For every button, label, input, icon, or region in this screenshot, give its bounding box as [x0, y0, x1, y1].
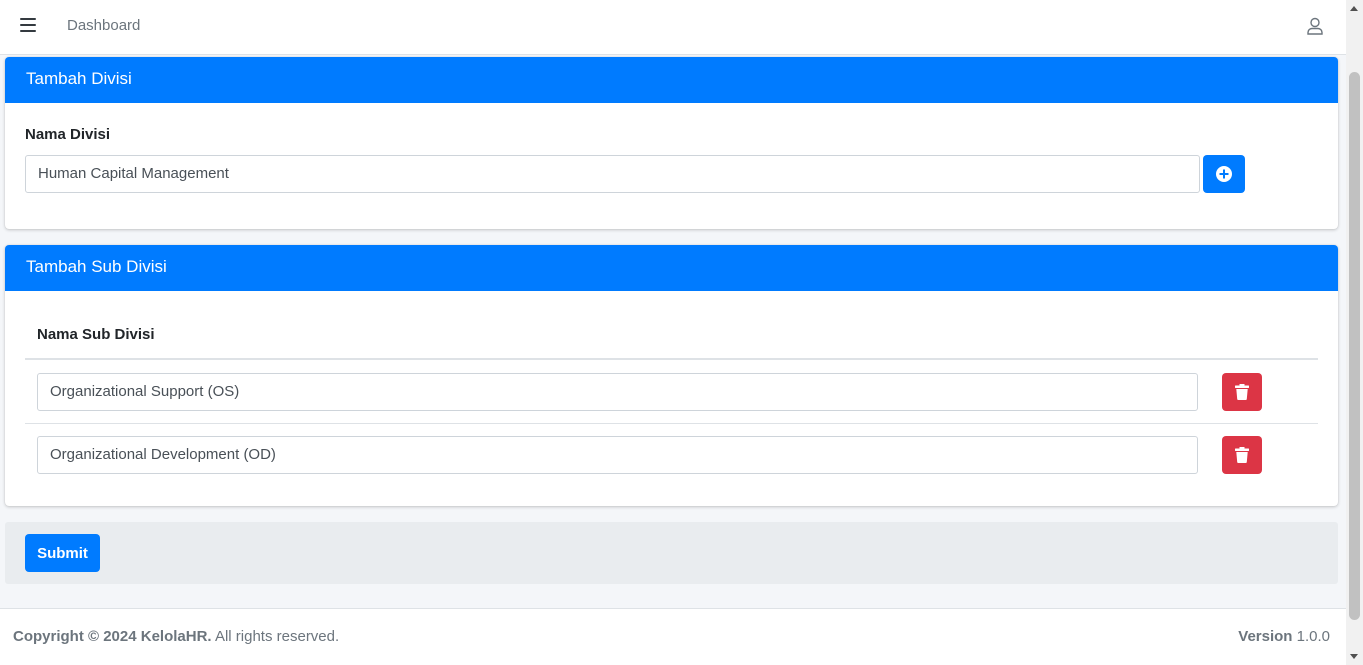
hamburger-icon[interactable]	[20, 18, 36, 32]
submit-button[interactable]: Submit	[25, 534, 100, 572]
page: Dashboard Tambah Divisi Nama Divisi Huma…	[0, 0, 1346, 665]
sub-divisi-input[interactable]: Organizational Support (OS)	[37, 373, 1198, 411]
version-value: 1.0.0	[1292, 628, 1330, 645]
nama-sub-divisi-column-header: Nama Sub Divisi	[37, 326, 155, 343]
scroll-down-arrow-icon[interactable]	[1350, 654, 1358, 659]
copyright-text: Copyright © 2024 KelolaHR. All rights re…	[13, 628, 339, 645]
delete-sub-divisi-button[interactable]	[1222, 436, 1262, 474]
version-text: Version 1.0.0	[1238, 628, 1330, 645]
card-title: Tambah Divisi	[5, 57, 1338, 103]
row-divider	[25, 423, 1318, 424]
nama-divisi-input[interactable]: Human Capital Management	[25, 155, 1200, 193]
delete-sub-divisi-button[interactable]	[1222, 373, 1262, 411]
tambah-sub-divisi-card: Tambah Sub Divisi Nama Sub Divisi Organi…	[5, 245, 1338, 506]
copyright-brand: Copyright © 2024 KelolaHR.	[13, 628, 212, 645]
trash-icon	[1235, 447, 1249, 463]
user-icon[interactable]	[1305, 16, 1325, 36]
nama-divisi-label: Nama Divisi	[25, 126, 111, 143]
form-actions-bar: Submit	[5, 522, 1338, 584]
scroll-up-arrow-icon[interactable]	[1350, 6, 1358, 11]
tambah-divisi-card: Tambah Divisi Nama Divisi Human Capital …	[5, 57, 1338, 229]
add-divisi-button[interactable]	[1203, 155, 1245, 193]
copyright-suffix: All rights reserved.	[211, 628, 340, 645]
version-label: Version	[1238, 628, 1293, 645]
card-title: Tambah Sub Divisi	[5, 245, 1338, 291]
top-navbar: Dashboard	[0, 0, 1346, 55]
vertical-scrollbar[interactable]	[1346, 0, 1363, 665]
table-header-divider	[25, 358, 1318, 360]
plus-circle-icon	[1216, 166, 1232, 182]
main-footer: Copyright © 2024 KelolaHR. All rights re…	[0, 608, 1346, 665]
sub-divisi-input[interactable]: Organizational Development (OD)	[37, 436, 1198, 474]
trash-icon	[1235, 384, 1249, 400]
nav-link-dashboard[interactable]: Dashboard	[67, 16, 140, 36]
scrollbar-thumb[interactable]	[1349, 72, 1360, 620]
